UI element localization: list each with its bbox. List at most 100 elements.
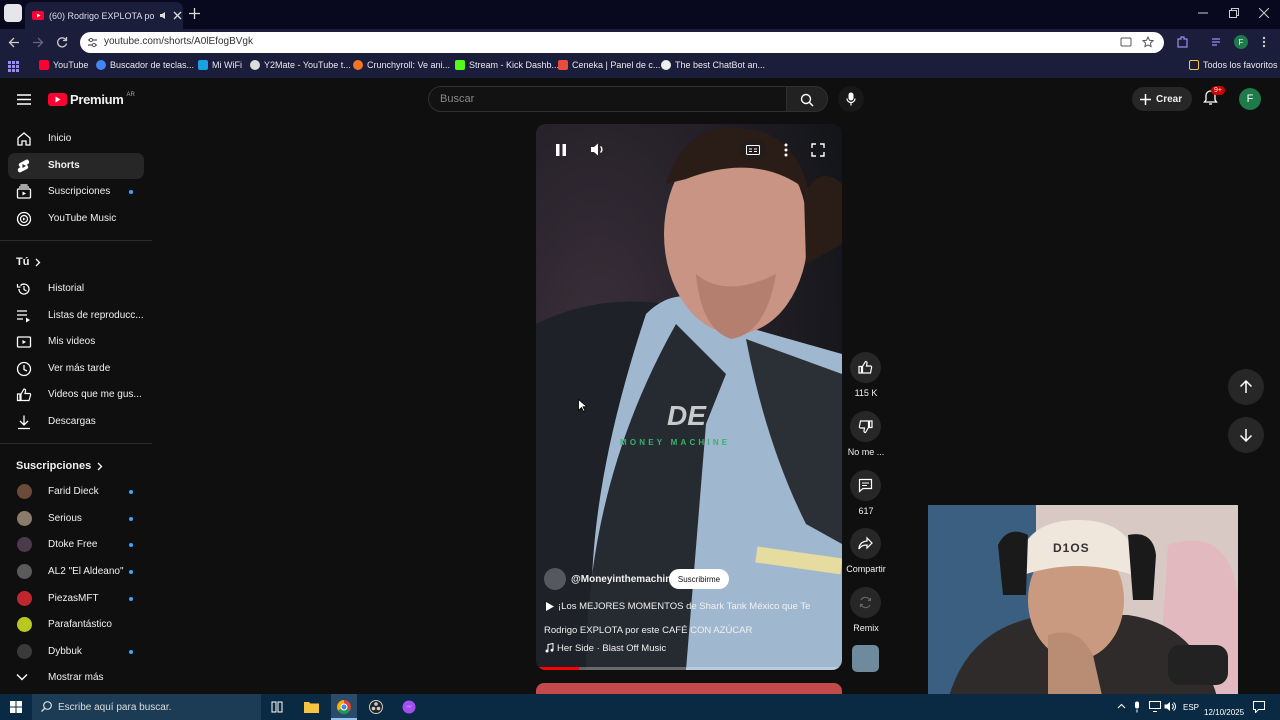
captions-button[interactable]	[740, 140, 766, 160]
tray-volume-icon[interactable]	[1164, 701, 1176, 712]
sidebar-item-ver-mas-tarde[interactable]: Ver más tarde	[8, 356, 144, 382]
browser-app-icon[interactable]	[4, 4, 22, 22]
channel-name[interactable]: @Moneyinthemachine	[571, 574, 677, 585]
volume-icon[interactable]	[590, 142, 606, 157]
previous-short-button[interactable]	[1228, 369, 1264, 405]
search-input[interactable]: Buscar	[428, 86, 787, 112]
subscribe-button[interactable]: Suscribirme	[669, 569, 729, 589]
channel-avatar[interactable]	[544, 568, 566, 590]
share-button[interactable]	[850, 528, 881, 559]
short-video-player[interactable]: DE MONEY MACHINE @Moneyinthemachine Susc…	[536, 124, 842, 670]
ceneka-bookmark-icon	[558, 60, 568, 70]
youtube-logo[interactable]: Premium AR	[48, 92, 135, 107]
you-section-header[interactable]: Tú	[16, 256, 41, 268]
menu-hamburger-icon[interactable]	[17, 94, 31, 105]
notifications-button[interactable]: 9+	[1203, 86, 1225, 106]
bookmark-ceneka[interactable]: Ceneka | Panel de c...	[558, 60, 660, 70]
sidebar-item-descargas[interactable]: Descargas	[8, 409, 144, 435]
fullscreen-icon[interactable]	[811, 143, 825, 157]
bookmark-kick[interactable]: Stream - Kick Dashb...	[455, 60, 559, 70]
video-title-line2[interactable]: Rodrigo EXPLOTA por este CAFÉ CON AZÚCAR	[544, 625, 752, 636]
sidebar-sub-al2[interactable]: AL2 "El Aldeano"	[8, 559, 144, 585]
forward-icon[interactable]	[32, 37, 44, 48]
remix-button[interactable]	[850, 587, 881, 618]
bookmark-y2mate[interactable]: Y2Mate - YouTube t...	[250, 60, 351, 70]
task-view-icon[interactable]	[271, 701, 283, 713]
tab-close-icon[interactable]	[173, 11, 182, 20]
voice-search-button[interactable]	[838, 86, 864, 112]
sidebar-item-youtube-music[interactable]: YouTube Music	[8, 206, 144, 232]
tab-audio-icon[interactable]	[159, 11, 168, 20]
messenger-icon[interactable]	[402, 700, 417, 714]
video-title-line1[interactable]: ¡Los MEJORES MOMENTOS de Shark Tank Méxi…	[558, 601, 810, 612]
minimize-icon[interactable]	[1198, 8, 1208, 18]
tray-network-icon[interactable]	[1149, 701, 1161, 712]
tray-mic-icon[interactable]	[1133, 701, 1141, 713]
bookmark-star-icon[interactable]	[1142, 36, 1154, 48]
chevron-right-icon	[97, 462, 103, 470]
bookmark-youtube[interactable]: YouTube	[39, 60, 88, 70]
more-options-icon[interactable]	[784, 143, 788, 157]
next-short-button[interactable]	[1228, 417, 1264, 453]
tray-date[interactable]: 12/10/2025	[1204, 708, 1244, 717]
browser-menu-icon[interactable]	[1262, 36, 1266, 48]
sidebar-item-videos-gusta[interactable]: Videos que me gus...	[8, 382, 144, 408]
sidebar-sub-parafantastico[interactable]: Parafantástico	[8, 612, 144, 638]
dislike-button[interactable]	[850, 411, 881, 442]
notifications-center-icon[interactable]	[1253, 701, 1265, 713]
comments-button[interactable]	[850, 470, 881, 501]
music-track[interactable]: Her Side · Blast Off Music	[557, 643, 666, 654]
bookmark-crunchyroll[interactable]: Crunchyroll: Ve ani...	[353, 60, 450, 70]
sidebar-item-inicio[interactable]: Inicio	[8, 126, 144, 152]
reload-icon[interactable]	[56, 36, 68, 48]
windows-start-icon[interactable]	[10, 701, 22, 713]
chrome-taskbar-button[interactable]	[331, 694, 357, 720]
site-info-icon[interactable]	[87, 37, 98, 48]
bookmark-chatbot[interactable]: The best ChatBot an...	[661, 60, 765, 70]
sidebar-sub-dtoke-free[interactable]: Dtoke Free	[8, 532, 144, 558]
bookmarks-folder[interactable]: Todos los favoritos	[1189, 60, 1278, 70]
sidebar-item-listas[interactable]: Listas de reproducc...	[8, 303, 144, 329]
webcam-feed	[928, 505, 1238, 700]
sidebar-sub-dybbuk[interactable]: Dybbuk	[8, 639, 144, 665]
file-explorer-icon[interactable]	[304, 700, 319, 713]
create-button[interactable]: Crear	[1132, 87, 1192, 111]
cast-icon[interactable]	[1120, 37, 1132, 48]
sidebar-item-suscripciones[interactable]: Suscripciones	[8, 179, 144, 205]
user-avatar[interactable]: F	[1239, 88, 1261, 110]
taskbar-search-input[interactable]: Escribe aquí para buscar.	[32, 694, 261, 720]
bookmark-wifi[interactable]: Mi WiFi	[198, 60, 242, 70]
obs-icon[interactable]	[369, 700, 383, 714]
sidebar-item-mis-videos[interactable]: Mis videos	[8, 329, 144, 355]
next-short-preview[interactable]	[536, 683, 842, 694]
apps-grid-icon[interactable]	[8, 61, 19, 72]
close-window-icon[interactable]	[1259, 8, 1269, 18]
arrow-down-icon	[1239, 429, 1253, 442]
sidebar-item-historial[interactable]: Historial	[8, 276, 144, 302]
media-control-icon[interactable]	[1211, 36, 1223, 48]
restore-icon[interactable]	[1229, 8, 1239, 18]
sidebar-item-shorts[interactable]: Shorts	[8, 153, 144, 179]
tray-language[interactable]: ESP	[1183, 703, 1199, 712]
sidebar-sub-piezasmft[interactable]: PiezasMFT	[8, 586, 144, 612]
tray-chevron-up-icon[interactable]	[1117, 703, 1126, 709]
search-button[interactable]	[786, 86, 828, 112]
youtube-bookmark-icon	[39, 60, 49, 70]
new-tab-icon[interactable]	[189, 8, 200, 19]
like-button[interactable]	[850, 352, 881, 383]
taskbar-search-placeholder: Escribe aquí para buscar.	[58, 702, 172, 713]
sidebar-show-more[interactable]: Mostrar más	[8, 665, 144, 691]
browser-profile-avatar[interactable]: F	[1234, 35, 1248, 49]
browser-tab[interactable]: (60) Rodrigo EXPLOTA por	[25, 2, 183, 29]
sidebar-sub-serious[interactable]: Serious	[8, 506, 144, 532]
sound-thumbnail[interactable]	[852, 645, 879, 672]
subscriptions-section-header[interactable]: Suscripciones	[16, 460, 103, 472]
url-omnibox[interactable]: youtube.com/shorts/A0lEfogBVgk	[80, 32, 1164, 53]
bookmark-teclas[interactable]: Buscador de teclas...	[96, 60, 194, 70]
extensions-icon[interactable]	[1176, 36, 1188, 48]
back-icon[interactable]	[8, 37, 20, 48]
pause-icon[interactable]	[555, 143, 567, 157]
sidebar-sub-farid-dieck[interactable]: Farid Dieck	[8, 479, 144, 505]
progress-track[interactable]	[536, 667, 842, 670]
sidebar-divider	[0, 240, 152, 241]
